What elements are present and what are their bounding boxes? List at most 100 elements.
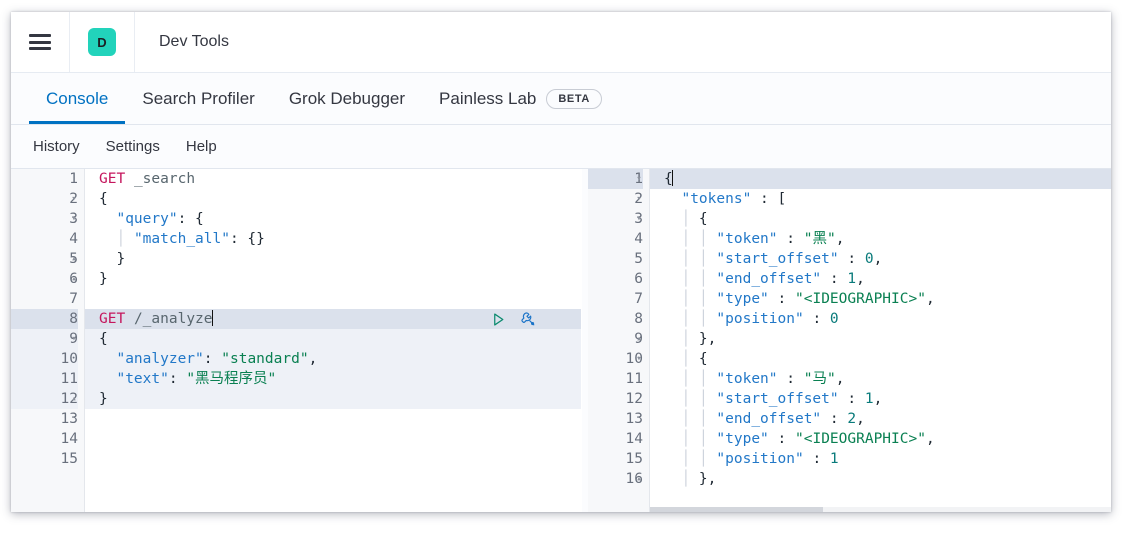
- wrench-icon[interactable]: [520, 311, 537, 328]
- code-line[interactable]: "query": {: [85, 209, 581, 229]
- code-line[interactable]: [85, 449, 581, 469]
- code-line[interactable]: │ "match_all": {}: [85, 229, 581, 249]
- response-content[interactable]: { "tokens" : [ │ { │ │ "token" : "黑", │ …: [650, 169, 1111, 512]
- code-line[interactable]: │ {: [650, 209, 1111, 229]
- line-number[interactable]: 4: [588, 229, 643, 249]
- fold-close-icon[interactable]: ▴: [633, 469, 645, 489]
- line-number[interactable]: 7: [11, 289, 78, 309]
- line-number[interactable]: 2▾: [588, 189, 643, 209]
- code-line[interactable]: }: [85, 269, 581, 289]
- request-code-area[interactable]: 12▾3▾45▴6▴789▾101112▴131415 GET _search{…: [11, 169, 581, 512]
- line-number[interactable]: 3▾: [588, 209, 643, 229]
- fold-open-icon[interactable]: ▾: [68, 209, 80, 229]
- code-line[interactable]: [85, 409, 581, 429]
- menu-button[interactable]: [11, 12, 70, 72]
- hamburger-menu-icon[interactable]: [29, 34, 51, 50]
- line-number[interactable]: 9▾: [11, 329, 78, 349]
- avatar-cell[interactable]: D: [70, 12, 135, 72]
- code-line[interactable]: │ │ "end_offset" : 1,: [650, 269, 1111, 289]
- code-line[interactable]: │ │ "type" : "<IDEOGRAPHIC>",: [650, 429, 1111, 449]
- code-line[interactable]: }: [85, 249, 581, 269]
- code-line[interactable]: "text": "黑马程序员": [85, 369, 581, 389]
- fold-open-icon[interactable]: ▾: [68, 329, 80, 349]
- line-number[interactable]: 10: [11, 349, 78, 369]
- line-number[interactable]: 3▾: [11, 209, 78, 229]
- code-line[interactable]: │ │ "type" : "<IDEOGRAPHIC>",: [650, 289, 1111, 309]
- code-line[interactable]: │ },: [650, 329, 1111, 349]
- line-number[interactable]: 5▴: [11, 249, 78, 269]
- line-number[interactable]: 15: [11, 449, 78, 469]
- line-number[interactable]: 8: [588, 309, 643, 329]
- fold-close-icon[interactable]: ▴: [68, 249, 80, 269]
- code-line[interactable]: │ │ "start_offset" : 1,: [650, 389, 1111, 409]
- fold-open-icon[interactable]: ▾: [633, 169, 645, 189]
- code-line[interactable]: │ │ "end_offset" : 2,: [650, 409, 1111, 429]
- code-line[interactable]: {: [85, 189, 581, 209]
- tab-console[interactable]: Console: [29, 73, 125, 124]
- fold-open-icon[interactable]: ▾: [68, 189, 80, 209]
- line-number[interactable]: 4: [11, 229, 78, 249]
- request-gutter[interactable]: 12▾3▾45▴6▴789▾101112▴131415: [11, 169, 85, 512]
- submenu-item-settings[interactable]: Settings: [106, 138, 160, 155]
- line-number[interactable]: 10▾: [588, 349, 643, 369]
- line-number[interactable]: 1: [11, 169, 78, 189]
- line-number[interactable]: 14: [11, 429, 78, 449]
- line-number[interactable]: 16▴: [588, 469, 643, 489]
- response-gutter[interactable]: 1▾2▾3▾456789▴10▾111213141516▴: [588, 169, 650, 512]
- line-number[interactable]: 14: [588, 429, 643, 449]
- code-token: "query": [116, 211, 177, 227]
- code-line[interactable]: │ │ "token" : "马",: [650, 369, 1111, 389]
- line-number[interactable]: 13: [11, 409, 78, 429]
- response-code-area[interactable]: 1▾2▾3▾456789▴10▾111213141516▴ { "tokens"…: [588, 169, 1111, 512]
- tab-search-profiler[interactable]: Search Profiler: [125, 73, 271, 124]
- response-horizontal-scrollbar[interactable]: [588, 507, 1111, 512]
- line-number[interactable]: 8: [11, 309, 78, 329]
- code-line[interactable]: │ │ "token" : "黑",: [650, 229, 1111, 249]
- line-number[interactable]: 11: [588, 369, 643, 389]
- line-number[interactable]: 13: [588, 409, 643, 429]
- submenu-item-history[interactable]: History: [33, 138, 80, 155]
- code-line[interactable]: │ │ "position" : 1: [650, 449, 1111, 469]
- avatar[interactable]: D: [88, 28, 116, 56]
- code-line[interactable]: │ },: [650, 469, 1111, 489]
- fold-close-icon[interactable]: ▴: [633, 329, 645, 349]
- code-line[interactable]: [85, 429, 581, 449]
- code-line[interactable]: │ │ "start_offset" : 0,: [650, 249, 1111, 269]
- line-number[interactable]: 1▾: [588, 169, 643, 189]
- code-line[interactable]: │ {: [650, 349, 1111, 369]
- fold-close-icon[interactable]: ▴: [68, 269, 80, 289]
- code-line[interactable]: {: [85, 329, 581, 349]
- line-number[interactable]: 9▴: [588, 329, 643, 349]
- line-number[interactable]: 15: [588, 449, 643, 469]
- line-number[interactable]: 5: [588, 249, 643, 269]
- line-number[interactable]: 6: [588, 269, 643, 289]
- code-token: [99, 371, 116, 387]
- code-line[interactable]: │ │ "position" : 0: [650, 309, 1111, 329]
- response-pane[interactable]: 1▾2▾3▾456789▴10▾111213141516▴ { "tokens"…: [588, 169, 1111, 512]
- code-token: :: [821, 271, 847, 287]
- code-line[interactable]: [85, 289, 581, 309]
- fold-open-icon[interactable]: ▾: [633, 189, 645, 209]
- tab-grok-debugger[interactable]: Grok Debugger: [272, 73, 422, 124]
- code-line[interactable]: {: [650, 169, 1111, 189]
- line-number[interactable]: 6▴: [11, 269, 78, 289]
- line-number[interactable]: 11: [11, 369, 78, 389]
- line-number[interactable]: 12: [588, 389, 643, 409]
- play-icon[interactable]: [491, 312, 506, 327]
- fold-close-icon[interactable]: ▴: [68, 389, 80, 409]
- code-line[interactable]: "tokens" : [: [650, 189, 1111, 209]
- submenu-item-help[interactable]: Help: [186, 138, 217, 155]
- fold-open-icon[interactable]: ▾: [633, 349, 645, 369]
- code-line[interactable]: "analyzer": "standard",: [85, 349, 581, 369]
- request-editor-pane[interactable]: 12▾3▾45▴6▴789▾101112▴131415 GET _search{…: [11, 169, 582, 512]
- code-line[interactable]: GET _search: [85, 169, 581, 189]
- fold-open-icon[interactable]: ▾: [633, 209, 645, 229]
- line-number[interactable]: 2▾: [11, 189, 78, 209]
- line-number[interactable]: 12▴: [11, 389, 78, 409]
- code-line[interactable]: }: [85, 389, 581, 409]
- code-line[interactable]: GET /_analyze: [85, 309, 581, 329]
- line-number[interactable]: 7: [588, 289, 643, 309]
- code-token: "黑": [804, 231, 836, 247]
- tab-painless-lab[interactable]: Painless Lab BETA: [422, 73, 619, 124]
- request-content[interactable]: GET _search{ "query": { │ "match_all": {…: [85, 169, 581, 512]
